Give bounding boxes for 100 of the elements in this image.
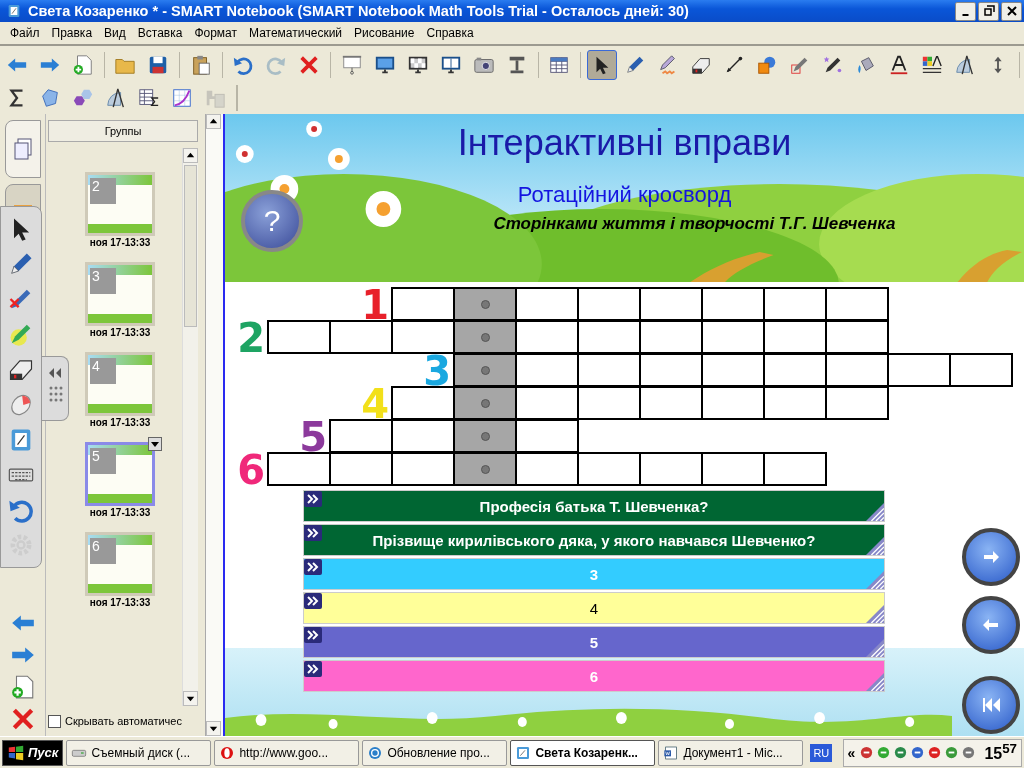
- taskbar-button[interactable]: http://www.goo...: [214, 739, 360, 766]
- crossword-cell[interactable]: [515, 386, 579, 420]
- close-button[interactable]: [1001, 1, 1022, 21]
- menu-item[interactable]: Справка: [420, 24, 480, 42]
- crossword-cell[interactable]: [453, 320, 517, 354]
- menu-item[interactable]: Вид: [98, 24, 132, 42]
- next-page-button[interactable]: [962, 528, 1020, 586]
- crossword-cell[interactable]: [577, 386, 641, 420]
- crossword-cell[interactable]: [515, 287, 579, 321]
- tool-button[interactable]: [586, 49, 617, 80]
- menu-item[interactable]: Вставка: [131, 24, 189, 42]
- crossword-cell[interactable]: [639, 386, 703, 420]
- slide-subtitle: Ротаційний кросворд: [517, 182, 732, 208]
- menu-item[interactable]: Файл: [4, 24, 46, 42]
- crossword-cell[interactable]: [453, 386, 517, 420]
- crossword-cell[interactable]: [825, 353, 889, 387]
- clue-bar[interactable]: 5: [303, 626, 885, 658]
- crossword-cell[interactable]: [329, 320, 393, 354]
- tray-icon[interactable]: [927, 745, 943, 760]
- tray-icon[interactable]: [859, 745, 875, 760]
- crossword-cell[interactable]: [391, 386, 455, 420]
- tray-icon[interactable]: [893, 745, 909, 760]
- crossword-cell[interactable]: [701, 353, 765, 387]
- add-page-icon[interactable]: [9, 674, 36, 700]
- tray-icon[interactable]: [944, 745, 960, 760]
- crossword-cell[interactable]: [267, 320, 331, 354]
- crossword-cell[interactable]: [453, 452, 517, 486]
- crossword-cell[interactable]: [639, 353, 703, 387]
- crossword-cell[interactable]: [453, 353, 517, 387]
- crossword-cell[interactable]: [825, 287, 889, 321]
- taskbar-button[interactable]: Документ1 - Mic...: [658, 739, 804, 766]
- minimize-button[interactable]: [955, 1, 976, 21]
- crossword-cell[interactable]: [763, 320, 827, 354]
- page-date: ноя 17-13:33: [89, 597, 151, 608]
- crossword-cell[interactable]: [639, 452, 703, 486]
- crossword-cell[interactable]: [577, 287, 641, 321]
- taskbar-button[interactable]: Обновление про...: [362, 739, 508, 766]
- scroll-up-icon[interactable]: [206, 114, 221, 129]
- crossword-cell[interactable]: [701, 452, 765, 486]
- menu-item[interactable]: Правка: [45, 24, 99, 42]
- clue-bar[interactable]: Прізвище кирилівського дяка, у якого навчався Шевченко?: [303, 524, 885, 556]
- scroll-down-icon[interactable]: [183, 691, 198, 706]
- scroll-down-icon[interactable]: [206, 721, 221, 736]
- crossword-cell[interactable]: [577, 320, 641, 354]
- crossword-cell[interactable]: [453, 419, 517, 453]
- collapse-tab[interactable]: [42, 356, 69, 421]
- checkbox[interactable]: [48, 714, 61, 728]
- sidebar-tab[interactable]: [4, 120, 41, 178]
- crossword-cell[interactable]: [391, 419, 455, 453]
- scroll-up-icon[interactable]: [183, 148, 198, 163]
- taskbar-button[interactable]: Съемный диск (...: [66, 739, 212, 766]
- crossword-cell[interactable]: [391, 287, 455, 321]
- crossword-cell[interactable]: [329, 419, 393, 453]
- previous-page-button[interactable]: [962, 596, 1020, 654]
- menu-item[interactable]: Математический: [243, 24, 349, 42]
- dropdown-icon[interactable]: [148, 437, 162, 451]
- crossword-cell[interactable]: [329, 452, 393, 486]
- crossword-cell[interactable]: [701, 386, 765, 420]
- crossword-cell[interactable]: [515, 452, 579, 486]
- double-chevron-icon: [304, 525, 322, 541]
- double-chevron-icon: [304, 593, 322, 609]
- scroll-thumb[interactable]: [184, 165, 197, 327]
- tray-icon[interactable]: [876, 745, 892, 760]
- tray-icon[interactable]: [961, 745, 977, 760]
- add-page-icon: [72, 52, 94, 77]
- clue-text: 6: [589, 667, 599, 685]
- crossword-cell[interactable]: [949, 353, 1013, 387]
- crossword-cell[interactable]: [639, 287, 703, 321]
- crossword-cell[interactable]: [515, 320, 579, 354]
- tray-expand-button[interactable]: «: [847, 744, 856, 761]
- taskbar-button[interactable]: Света Козаренк...: [510, 739, 656, 766]
- crossword-cell[interactable]: [701, 287, 765, 321]
- crossword-cell[interactable]: [267, 452, 331, 486]
- crossword-cell[interactable]: [391, 320, 455, 354]
- crossword-cell[interactable]: [515, 419, 579, 453]
- language-indicator[interactable]: RU: [810, 743, 833, 762]
- clue-bar[interactable]: 4: [303, 592, 885, 624]
- crossword-cell[interactable]: [701, 320, 765, 354]
- crossword-cell[interactable]: [887, 353, 951, 387]
- crossword-cell[interactable]: [391, 452, 455, 486]
- crossword-cell[interactable]: [453, 287, 517, 321]
- clue-bar[interactable]: Професія батька Т. Шевченка?: [303, 490, 885, 522]
- crossword-cell[interactable]: [577, 353, 641, 387]
- crossword-cell[interactable]: [825, 320, 889, 354]
- tray-icon[interactable]: [910, 745, 926, 760]
- crossword-cell[interactable]: [639, 320, 703, 354]
- scrollbar[interactable]: [205, 114, 223, 736]
- crossword-cell[interactable]: [763, 386, 827, 420]
- crossword-cell[interactable]: [825, 386, 889, 420]
- restore-button[interactable]: [978, 1, 999, 21]
- crossword-cell[interactable]: [515, 353, 579, 387]
- menu-item[interactable]: Формат: [188, 24, 244, 42]
- menu-item[interactable]: Рисование: [348, 24, 421, 42]
- crossword-cell[interactable]: [763, 452, 827, 486]
- crossword-cell[interactable]: [763, 353, 827, 387]
- crossword-cell[interactable]: [577, 452, 641, 486]
- fold-corner-icon: [866, 673, 884, 691]
- groups-button[interactable]: Группы: [48, 120, 198, 142]
- crossword-cell[interactable]: [763, 287, 827, 321]
- start-button[interactable]: Пуск: [2, 739, 64, 766]
